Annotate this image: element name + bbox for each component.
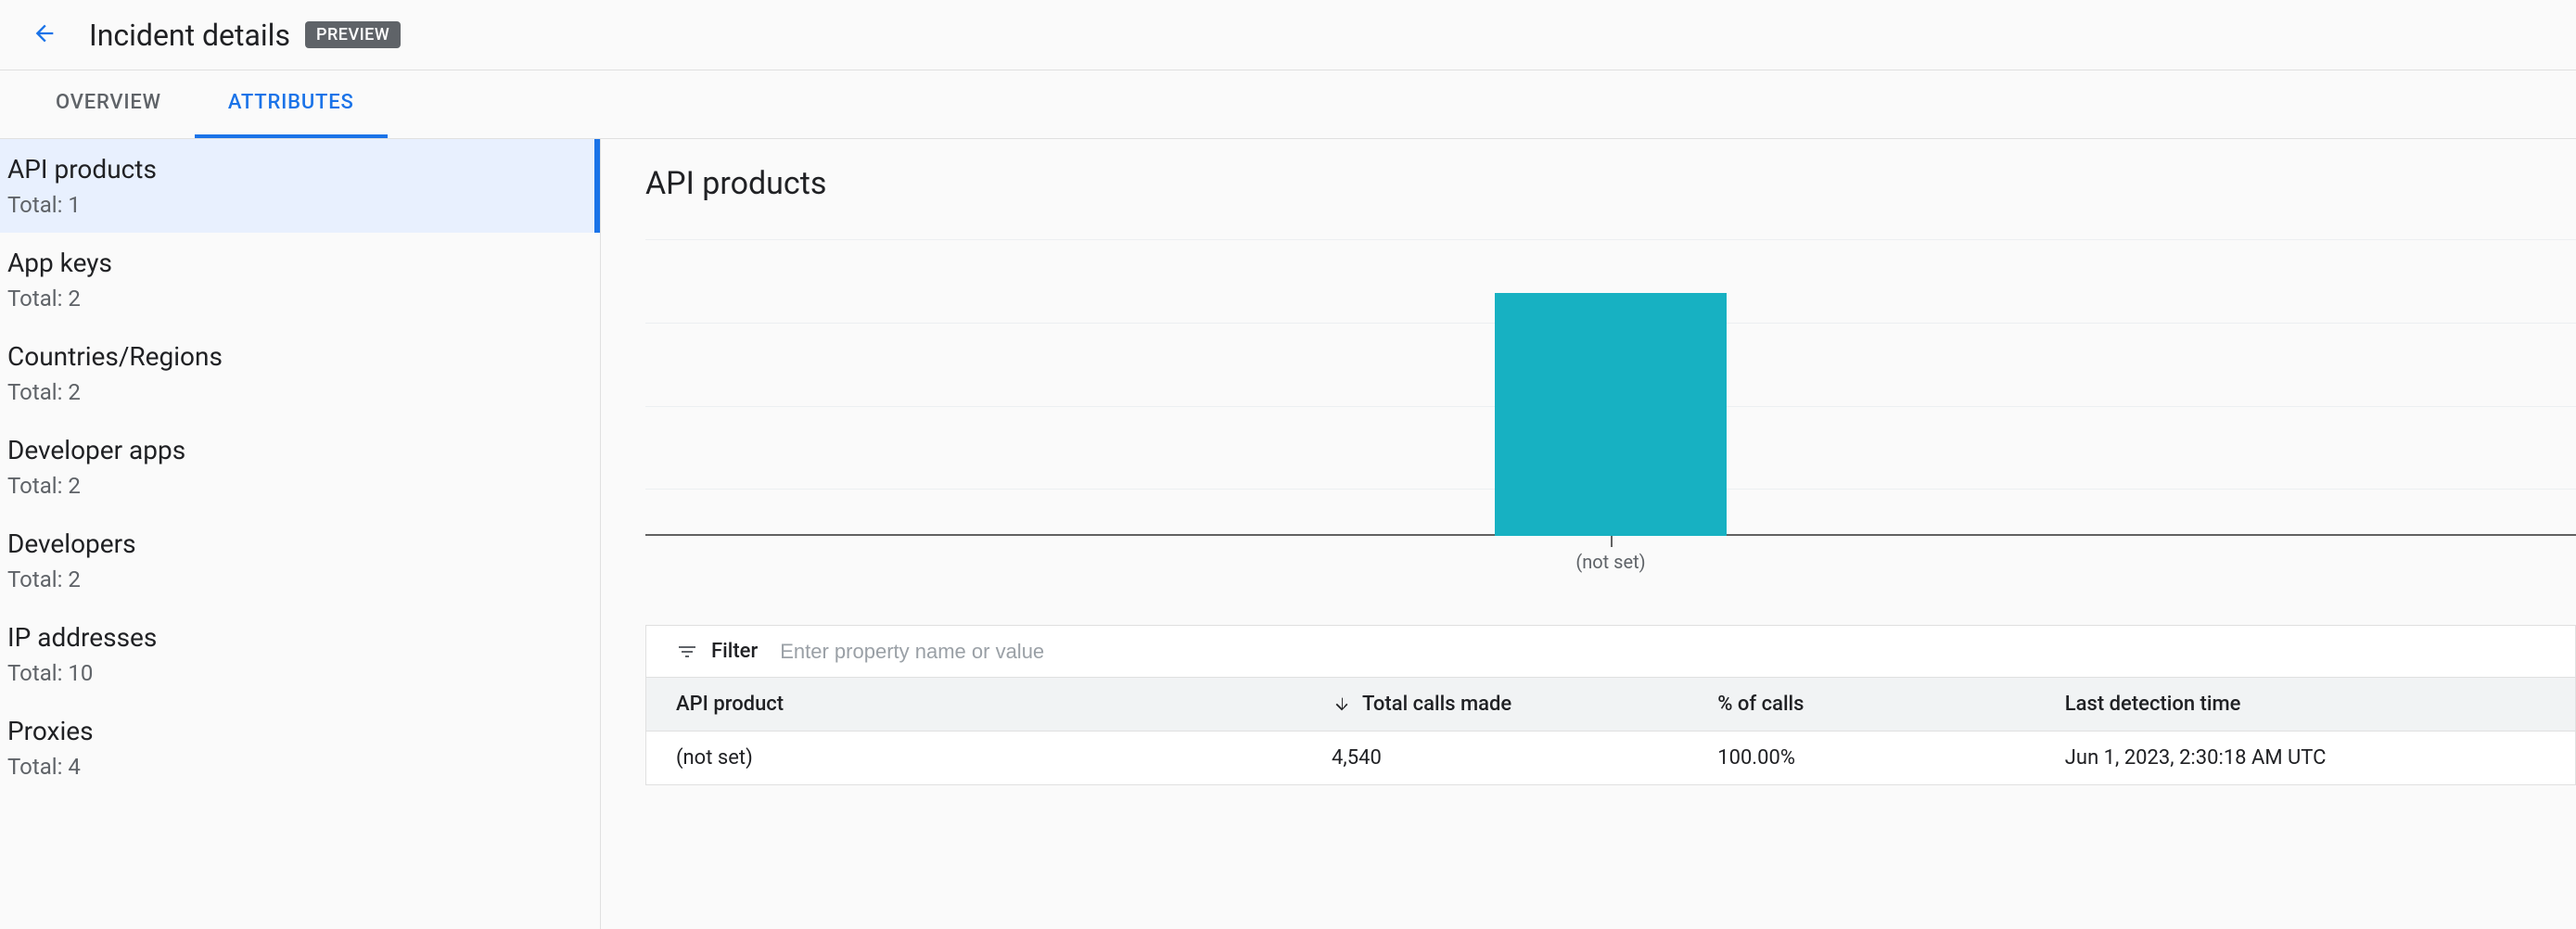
chart-tick	[1611, 536, 1613, 547]
table-row[interactable]: (not set)4,540100.00%Jun 1, 2023, 2:30:1…	[646, 732, 2576, 785]
page-title: Incident details	[89, 18, 290, 53]
table-header-row: API product Total calls made % of calls …	[646, 678, 2576, 732]
chart-gridline	[645, 239, 2576, 240]
sidebar-item-total: Total: 2	[7, 379, 593, 405]
sidebar-item-total: Total: 10	[7, 660, 593, 686]
header: Incident details PREVIEW	[0, 0, 2576, 70]
col-total-calls-label: Total calls made	[1362, 693, 1511, 716]
sidebar-item-developers[interactable]: Developers Total: 2	[0, 514, 600, 607]
sidebar-item-total: Total: 2	[7, 566, 593, 592]
api-products-chart: (not set)	[645, 239, 2576, 573]
tab-attributes[interactable]: ATTRIBUTES	[195, 70, 388, 138]
sidebar-item-label: App keys	[7, 248, 593, 278]
sidebar-item-label: Countries/Regions	[7, 341, 593, 372]
arrow-left-icon	[32, 20, 57, 50]
preview-badge: PREVIEW	[305, 21, 401, 48]
sidebar-item-label: Developer apps	[7, 435, 593, 465]
sidebar-item-ip-addresses[interactable]: IP addresses Total: 10	[0, 607, 600, 701]
sidebar-item-total: Total: 1	[7, 192, 593, 218]
tabs: OVERVIEW ATTRIBUTES	[0, 70, 2576, 139]
col-last-detection[interactable]: Last detection time	[2035, 678, 2576, 732]
back-button[interactable]	[22, 13, 67, 57]
sidebar-item-label: Proxies	[7, 716, 593, 746]
sidebar-item-total: Total: 2	[7, 473, 593, 499]
api-products-table: API product Total calls made % of calls …	[645, 677, 2576, 785]
cell-total-calls: 4,540	[1302, 732, 1688, 785]
section-title: API products	[645, 165, 2576, 202]
chart-category-label: (not set)	[1575, 551, 1645, 573]
sidebar-item-app-keys[interactable]: App keys Total: 2	[0, 233, 600, 326]
sidebar-item-countries-regions[interactable]: Countries/Regions Total: 2	[0, 326, 600, 420]
sidebar-item-label: API products	[7, 154, 593, 185]
main-content: API products (not set) Filter	[601, 139, 2576, 929]
sidebar-item-developer-apps[interactable]: Developer apps Total: 2	[0, 420, 600, 514]
tab-overview[interactable]: OVERVIEW	[22, 70, 195, 138]
chart-bar	[1495, 293, 1727, 536]
sidebar-item-api-products[interactable]: API products Total: 1	[0, 139, 600, 233]
filter-input[interactable]	[780, 640, 2545, 664]
arrow-down-icon	[1332, 694, 1352, 715]
sidebar-item-label: Developers	[7, 528, 593, 559]
cell-pct-calls: 100.00%	[1688, 732, 2035, 785]
sidebar-item-label: IP addresses	[7, 622, 593, 653]
attribute-sidebar: API products Total: 1 App keys Total: 2 …	[0, 139, 601, 929]
cell-api-product: (not set)	[646, 732, 1303, 785]
cell-last-detection: Jun 1, 2023, 2:30:18 AM UTC	[2035, 732, 2576, 785]
filter-label: Filter	[711, 640, 758, 663]
sidebar-item-proxies[interactable]: Proxies Total: 4	[0, 701, 600, 795]
body: API products Total: 1 App keys Total: 2 …	[0, 139, 2576, 929]
col-total-calls[interactable]: Total calls made	[1302, 678, 1688, 732]
filter-bar: Filter	[645, 625, 2576, 677]
col-pct-calls[interactable]: % of calls	[1688, 678, 2035, 732]
sidebar-item-total: Total: 2	[7, 286, 593, 312]
sidebar-item-total: Total: 4	[7, 754, 593, 780]
col-api-product[interactable]: API product	[646, 678, 1303, 732]
filter-icon	[676, 641, 698, 663]
